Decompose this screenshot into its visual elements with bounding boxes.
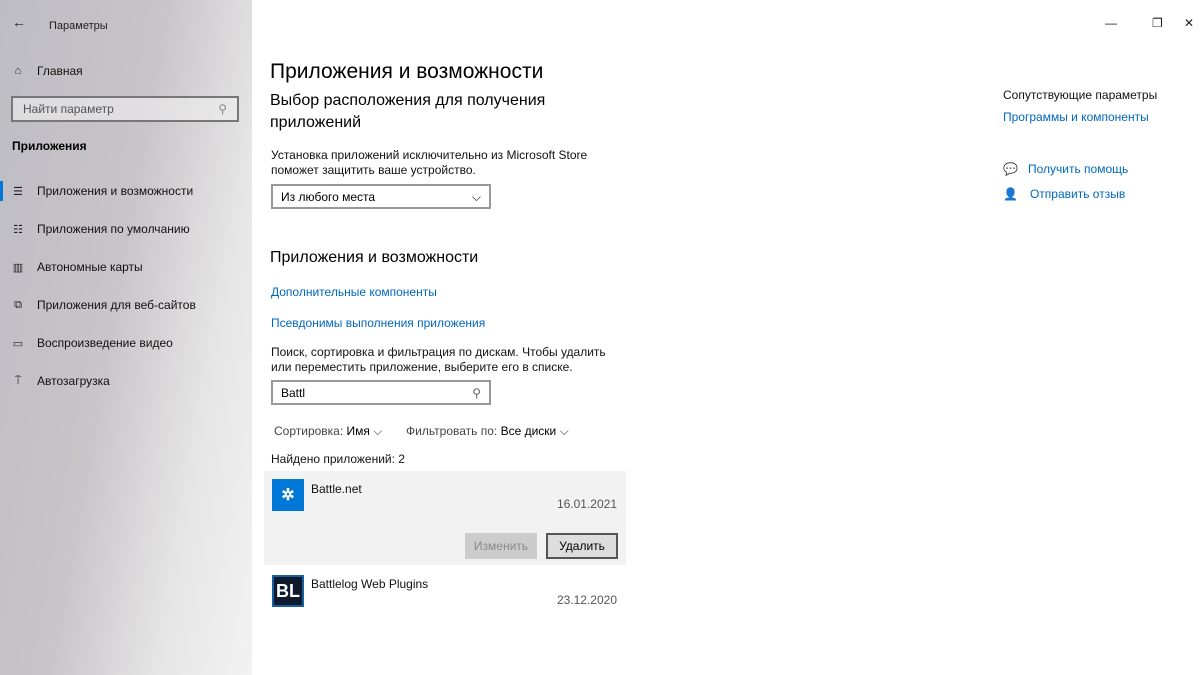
optional-features-link[interactable]: Дополнительные компоненты	[271, 285, 437, 299]
app-date: 16.01.2021	[556, 497, 617, 511]
search-value: Battl	[281, 386, 306, 400]
sort-dropdown[interactable]: Сортировка: Имя ⌵	[274, 424, 382, 439]
help-label: Получить помощь	[1027, 162, 1129, 176]
programs-features-link[interactable]: Программы и компоненты	[1003, 110, 1149, 124]
minimize-button[interactable]: —	[1105, 16, 1117, 30]
chevron-down-icon: ⌵	[471, 190, 481, 204]
web-app-icon: ⧉	[14, 298, 22, 311]
sidebar-item-video[interactable]: ▭ Воспроизведение видео	[10, 336, 173, 350]
chevron-down-icon: ⌵	[559, 424, 569, 438]
location-heading: Выбор расположения для получения приложе…	[270, 92, 546, 131]
modify-button[interactable]: Изменить	[465, 533, 537, 559]
help-icon: 💬	[1003, 162, 1018, 176]
battlenet-icon: ✲	[272, 479, 304, 511]
uninstall-button[interactable]: Удалить	[546, 533, 618, 559]
get-help-link[interactable]: 💬 Получить помощь	[1003, 162, 1128, 176]
selection-indicator	[0, 181, 3, 201]
app-date: 23.12.2020	[556, 593, 617, 607]
location-dropdown[interactable]: Из любого места ⌵	[271, 184, 491, 209]
feedback-label: Отправить отзыв	[1029, 187, 1126, 201]
section-heading: Приложения	[12, 139, 87, 153]
maximize-button[interactable]: ❐	[1152, 16, 1163, 30]
startup-icon: ⍑	[14, 374, 22, 387]
settings-search-input[interactable]: Найти параметр ⚲	[11, 96, 239, 122]
label: Автономные карты	[37, 260, 143, 274]
dropdown-value: Из любого места	[281, 190, 376, 204]
feedback-icon: 👤	[1003, 187, 1018, 201]
label: Воспроизведение видео	[37, 336, 173, 350]
related-heading: Сопутствующие параметры	[1003, 88, 1158, 102]
chevron-down-icon: ⌵	[373, 424, 383, 438]
back-arrow-icon[interactable]: ←	[12, 14, 26, 30]
home-label: Главная	[37, 64, 83, 78]
sidebar-item-startup[interactable]: ⍑ Автозагрузка	[10, 374, 110, 388]
filter-label: Фильтровать по:	[406, 424, 498, 438]
sort-value: Имя	[346, 424, 370, 438]
default-apps-icon: ☷	[13, 223, 23, 236]
close-button[interactable]: ✕	[1184, 16, 1194, 30]
sort-label: Сортировка:	[274, 424, 344, 438]
window-title: Параметры	[49, 20, 108, 32]
sidebar-item-offline-maps[interactable]: ▥ Автономные карты	[10, 260, 143, 274]
sidebar: ← Параметры ⌂ Главная Найти параметр ⚲ При…	[0, 0, 252, 675]
search-icon: ⚲	[218, 102, 227, 116]
search-placeholder: Найти параметр	[23, 102, 114, 116]
search-description: Поиск, сортировка и фильтрация по дискам…	[271, 345, 606, 374]
home-icon: ⌂	[14, 65, 22, 77]
sidebar-item-websites[interactable]: ⧉ Приложения для веб-сайтов	[10, 298, 196, 312]
app-search-input[interactable]: Battl ⚲	[271, 380, 491, 405]
battlelog-icon: BL	[272, 575, 304, 607]
sidebar-item-apps-features[interactable]: ☰ Приложения и возможности	[10, 184, 193, 198]
found-count: Найдено приложений: 2	[271, 452, 405, 466]
feedback-link[interactable]: 👤 Отправить отзыв	[1003, 187, 1125, 201]
app-item-battlelog[interactable]: BL Battlelog Web Plugins 23.12.2020	[264, 567, 626, 617]
search-icon: ⚲	[472, 386, 481, 400]
video-icon: ▭	[12, 337, 24, 350]
page-title: Приложения и возможности	[270, 60, 544, 83]
filter-value: Все диски	[500, 424, 557, 438]
label: Автозагрузка	[37, 374, 110, 388]
app-item-battlenet[interactable]: ✲ Battle.net 16.01.2021 Изменить Удалить	[264, 471, 626, 565]
label: Приложения для веб-сайтов	[37, 298, 196, 312]
list-icon: ☰	[13, 185, 23, 198]
sidebar-item-home[interactable]: ⌂ Главная	[10, 64, 83, 78]
filter-dropdown[interactable]: Фильтровать по: Все диски ⌵	[406, 424, 569, 439]
app-name: Battle.net	[311, 482, 362, 496]
label: Приложения и возможности	[37, 184, 194, 198]
location-description: Установка приложений исключительно из Mi…	[271, 148, 588, 177]
apps-heading: Приложения и возможности	[270, 249, 479, 266]
app-aliases-link[interactable]: Псевдонимы выполнения приложения	[271, 316, 485, 330]
sidebar-item-default-apps[interactable]: ☷ Приложения по умолчанию	[10, 222, 190, 236]
map-icon: ▥	[12, 261, 24, 274]
label: Приложения по умолчанию	[37, 222, 190, 236]
app-name: Battlelog Web Plugins	[311, 577, 429, 591]
